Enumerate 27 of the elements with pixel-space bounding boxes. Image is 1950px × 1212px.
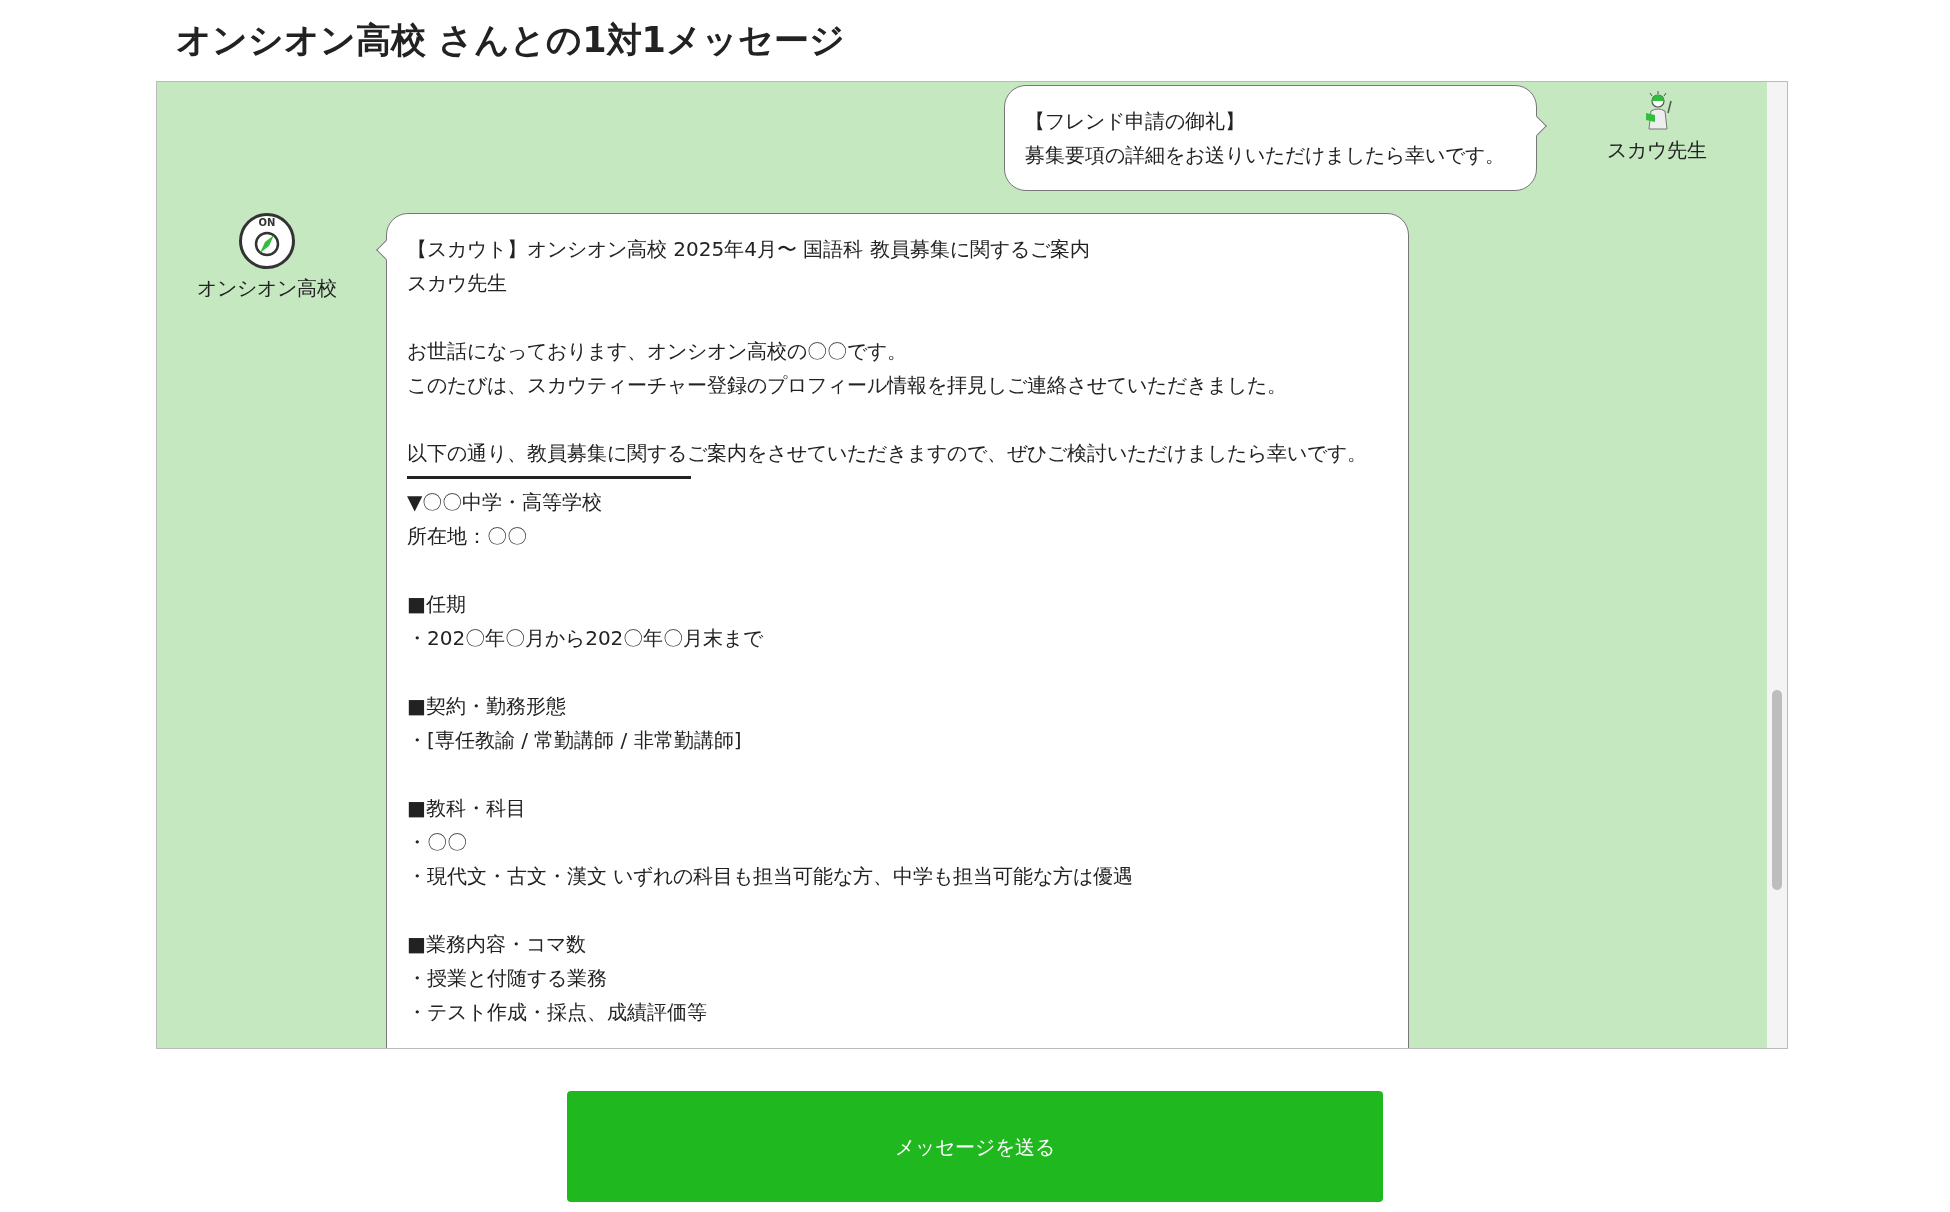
message-line: 募集要項の詳細をお送りいただけましたら幸いです。 <box>1025 142 1506 169</box>
page-title: オンシオン高校 さんとの1対1メッセージ <box>175 19 846 63</box>
message-line: ■任期 <box>407 591 467 618</box>
message-line: ・202〇年〇月から202〇年〇月末まで <box>407 625 765 652</box>
message-line: 【フレンド申請の御礼】 <box>1025 108 1246 135</box>
message-line: ■業務内容・コマ数 <box>407 931 587 958</box>
message-line: ・[専任教諭 / 常勤講師 / 非常勤講師] <box>407 727 743 754</box>
message-line: ■教科・科目 <box>407 795 527 822</box>
message-line: ・授業と付随する業務 <box>407 965 608 992</box>
send-message-button[interactable]: メッセージを送る <box>567 1091 1383 1202</box>
message-line: ・テスト作成・採点、成績評価等 <box>407 999 708 1026</box>
message-line: ▼〇〇中学・高等学校 <box>407 489 604 516</box>
message-line: このたびは、スカウティーチャー登録のプロフィール情報を拝見しご連絡させていただきました。 <box>407 372 1288 399</box>
message-line: 所在地：〇〇 <box>407 523 528 550</box>
message-line: ・現代文・古文・漢文 いずれの科目も担当可能な方、中学も担当可能な方は優遇 <box>407 863 1135 890</box>
message-line: 以下の通り、教員募集に関するご案内をさせていただきますので、ぜひご検討いただけましたら幸いです。 <box>407 440 1368 467</box>
sender-name: オンシオン高校 <box>197 275 337 302</box>
message-line: ■契約・勤務形態 <box>407 693 567 720</box>
message-line: スカウ先生 <box>407 270 508 297</box>
message-line: 【スカウト】オンシオン高校 2025年4月〜 国語科 教員募集に関するご案内 <box>407 236 1091 263</box>
scrollbar[interactable] <box>1767 82 1787 1048</box>
message-line: ・〇〇 <box>407 829 468 856</box>
sender-name: スカウ先生 <box>1607 137 1707 164</box>
logo-text: ON <box>258 217 276 229</box>
compass-icon <box>252 229 282 259</box>
message-line: お世話になっております、オンシオン高校の〇〇です。 <box>407 338 908 365</box>
scrollbar-thumb[interactable] <box>1772 690 1782 890</box>
